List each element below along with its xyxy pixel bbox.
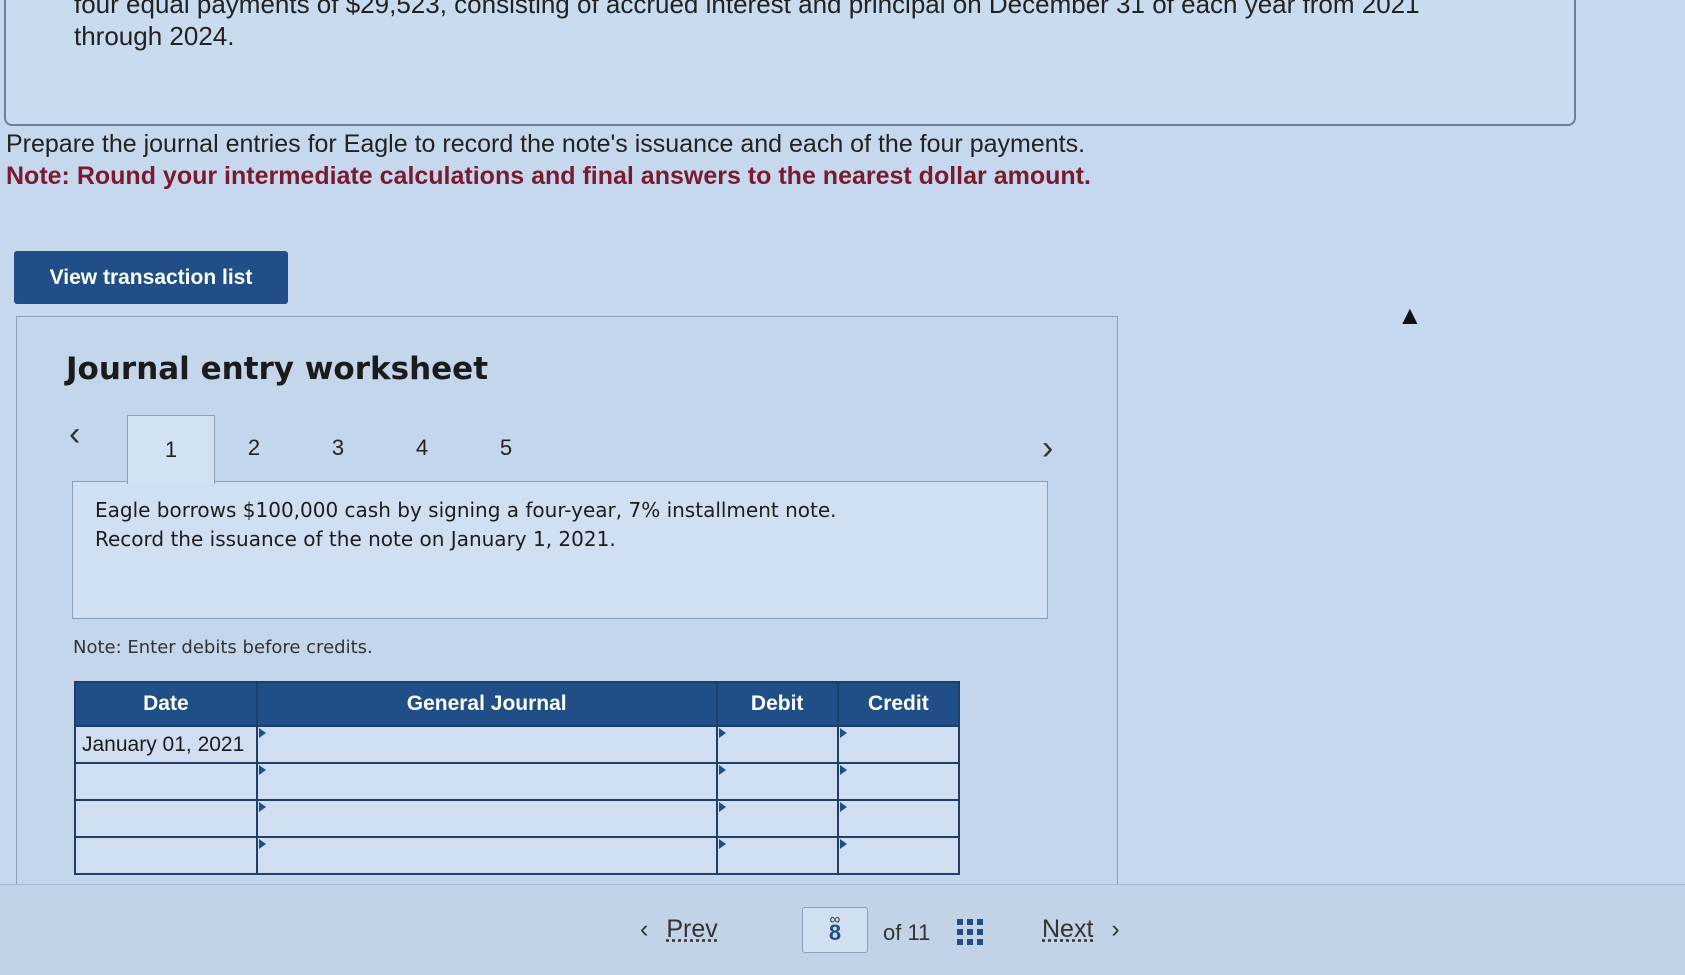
header-general-journal: General Journal: [255, 681, 718, 727]
description-line-1: Eagle borrows $100,000 cash by signing a…: [95, 498, 837, 522]
header-date: Date: [74, 681, 258, 727]
next-button[interactable]: Next ›: [1042, 915, 1120, 944]
prev-button[interactable]: ‹ Prev: [640, 915, 718, 944]
date-cell[interactable]: [74, 762, 258, 801]
tab-5-label: 5: [499, 435, 513, 460]
dropdown-marker-icon: [258, 728, 266, 738]
journal-entry-worksheet: Journal entry worksheet ‹ 1 2 3 4 5 › Ea…: [16, 316, 1118, 886]
instructions-text: Prepare the journal entries for Eagle to…: [6, 130, 1086, 158]
tab-2[interactable]: 2: [211, 415, 297, 481]
tab-4-label: 4: [415, 435, 429, 460]
chevron-left-icon[interactable]: ‹: [69, 415, 80, 454]
chevron-right-icon: ›: [1111, 915, 1120, 943]
debit-input[interactable]: [715, 762, 839, 801]
description-line-2: Record the issuance of the note on Janua…: [95, 527, 616, 551]
account-input[interactable]: [255, 836, 718, 875]
journal-table: Date General Journal Debit Credit Januar…: [74, 681, 961, 875]
account-input[interactable]: [255, 799, 718, 838]
dropdown-marker-icon: [258, 765, 266, 775]
date-cell[interactable]: January 01, 2021: [74, 725, 258, 764]
date-cell[interactable]: [74, 799, 258, 838]
dropdown-marker-icon: [258, 802, 266, 812]
header-credit: Credit: [836, 681, 961, 727]
next-label: Next: [1042, 915, 1094, 943]
table-row: January 01, 2021: [74, 725, 961, 764]
header-debit: Debit: [715, 681, 839, 727]
dropdown-marker-icon: [258, 839, 266, 849]
input-marker-icon: [839, 802, 847, 812]
tab-4[interactable]: 4: [379, 415, 465, 481]
table-row: [74, 836, 961, 875]
tab-1-label: 1: [164, 437, 178, 462]
tab-2-label: 2: [247, 435, 261, 460]
problem-text: four equal payments of $29,523, consisti…: [74, 0, 1514, 52]
input-marker-icon: [839, 839, 847, 849]
grid-icon[interactable]: [957, 919, 983, 945]
link-icon: ∞: [829, 911, 841, 928]
input-marker-icon: [718, 802, 726, 812]
input-marker-icon: [718, 839, 726, 849]
input-marker-icon: [718, 765, 726, 775]
credit-input[interactable]: [836, 799, 961, 838]
view-transaction-list-button[interactable]: View transaction list: [14, 251, 288, 304]
credit-input[interactable]: [836, 836, 961, 875]
table-row: [74, 762, 961, 801]
debit-input[interactable]: [715, 725, 839, 764]
table-header-row: Date General Journal Debit Credit: [74, 681, 961, 727]
tab-3-label: 3: [331, 435, 345, 460]
tab-1[interactable]: 1: [127, 415, 215, 484]
problem-text-body: four equal payments of $29,523, consisti…: [74, 0, 1420, 51]
tab-5[interactable]: 5: [463, 415, 549, 481]
page-total: of 11: [883, 920, 931, 945]
credit-input[interactable]: [836, 762, 961, 801]
footer-navigation: ‹ Prev ∞ 8 of 11 Next ›: [0, 884, 1685, 975]
input-marker-icon: [839, 765, 847, 775]
account-input[interactable]: [255, 762, 718, 801]
instructions: Prepare the journal entries for Eagle to…: [6, 128, 1206, 192]
date-cell[interactable]: [74, 836, 258, 875]
table-row: [74, 799, 961, 838]
debit-credit-note: Note: Enter debits before credits.: [73, 637, 373, 658]
credit-input[interactable]: [836, 725, 961, 764]
page-number-box[interactable]: ∞ 8: [802, 907, 868, 953]
transaction-description: Eagle borrows $100,000 cash by signing a…: [72, 481, 1048, 619]
mouse-cursor-icon: ▲: [1397, 300, 1423, 330]
input-marker-icon: [718, 728, 726, 738]
chevron-right-icon[interactable]: ›: [1042, 429, 1053, 468]
tab-3[interactable]: 3: [295, 415, 381, 481]
debit-input[interactable]: [715, 836, 839, 875]
prev-label: Prev: [666, 915, 718, 943]
chevron-left-icon: ‹: [640, 915, 649, 943]
input-marker-icon: [839, 728, 847, 738]
rounding-note: Note: Round your intermediate calculatio…: [6, 162, 1091, 190]
debit-input[interactable]: [715, 799, 839, 838]
worksheet-title: Journal entry worksheet: [66, 351, 489, 387]
account-input[interactable]: [255, 725, 718, 764]
